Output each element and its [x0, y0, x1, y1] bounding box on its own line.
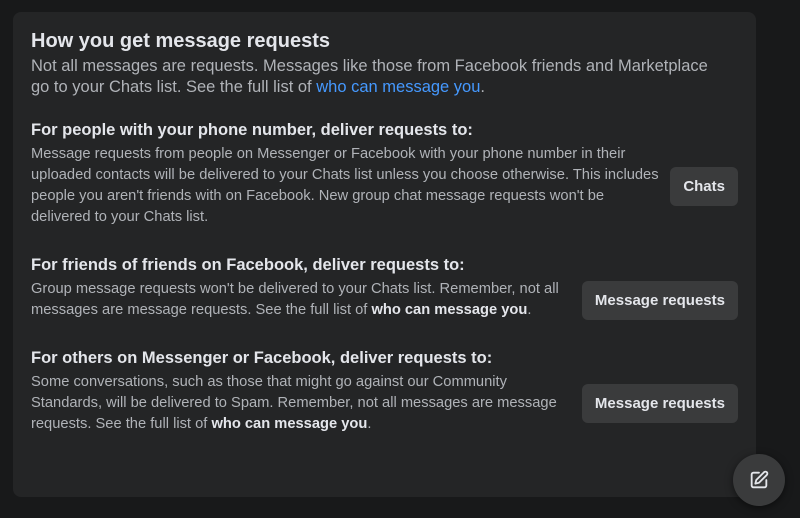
section-description-end: . [527, 302, 532, 318]
section-description: Group message requests won't be delivere… [31, 279, 571, 321]
section-others: For others on Messenger or Facebook, del… [31, 347, 738, 435]
message-requests-card: How you get message requests Not all mes… [13, 12, 756, 497]
message-requests-button[interactable]: Message requests [581, 280, 738, 320]
section-heading: For people with your phone number, deliv… [31, 121, 473, 139]
new-message-button[interactable] [733, 454, 785, 506]
message-requests-button[interactable]: Message requests [581, 384, 738, 423]
section-description: Some conversations, such as those that m… [31, 372, 571, 435]
section-heading: For others on Messenger or Facebook, del… [31, 349, 493, 367]
section-body: Group message requests won't be delivere… [31, 279, 738, 321]
section-heading: For friends of friends on Facebook, deli… [31, 256, 465, 274]
who-can-message-you-link[interactable]: who can message you [211, 416, 367, 432]
section-body: Some conversations, such as those that m… [31, 372, 738, 435]
intro-text: Not all messages are requests. Messages … [31, 56, 711, 98]
section-friends-of-friends: For friends of friends on Facebook, deli… [31, 254, 738, 321]
chats-button[interactable]: Chats [670, 166, 738, 206]
who-can-message-you-link[interactable]: who can message you [316, 78, 480, 96]
compose-icon [748, 469, 770, 491]
intro-text-end: . [480, 78, 486, 96]
section-phone-number: For people with your phone number, deliv… [31, 119, 738, 228]
section-description-end: . [367, 416, 372, 432]
section-description: Message requests from people on Messenge… [31, 146, 659, 225]
who-can-message-you-link[interactable]: who can message you [371, 302, 527, 318]
section-body: Message requests from people on Messenge… [31, 144, 738, 228]
page-title: How you get message requests [31, 30, 330, 52]
